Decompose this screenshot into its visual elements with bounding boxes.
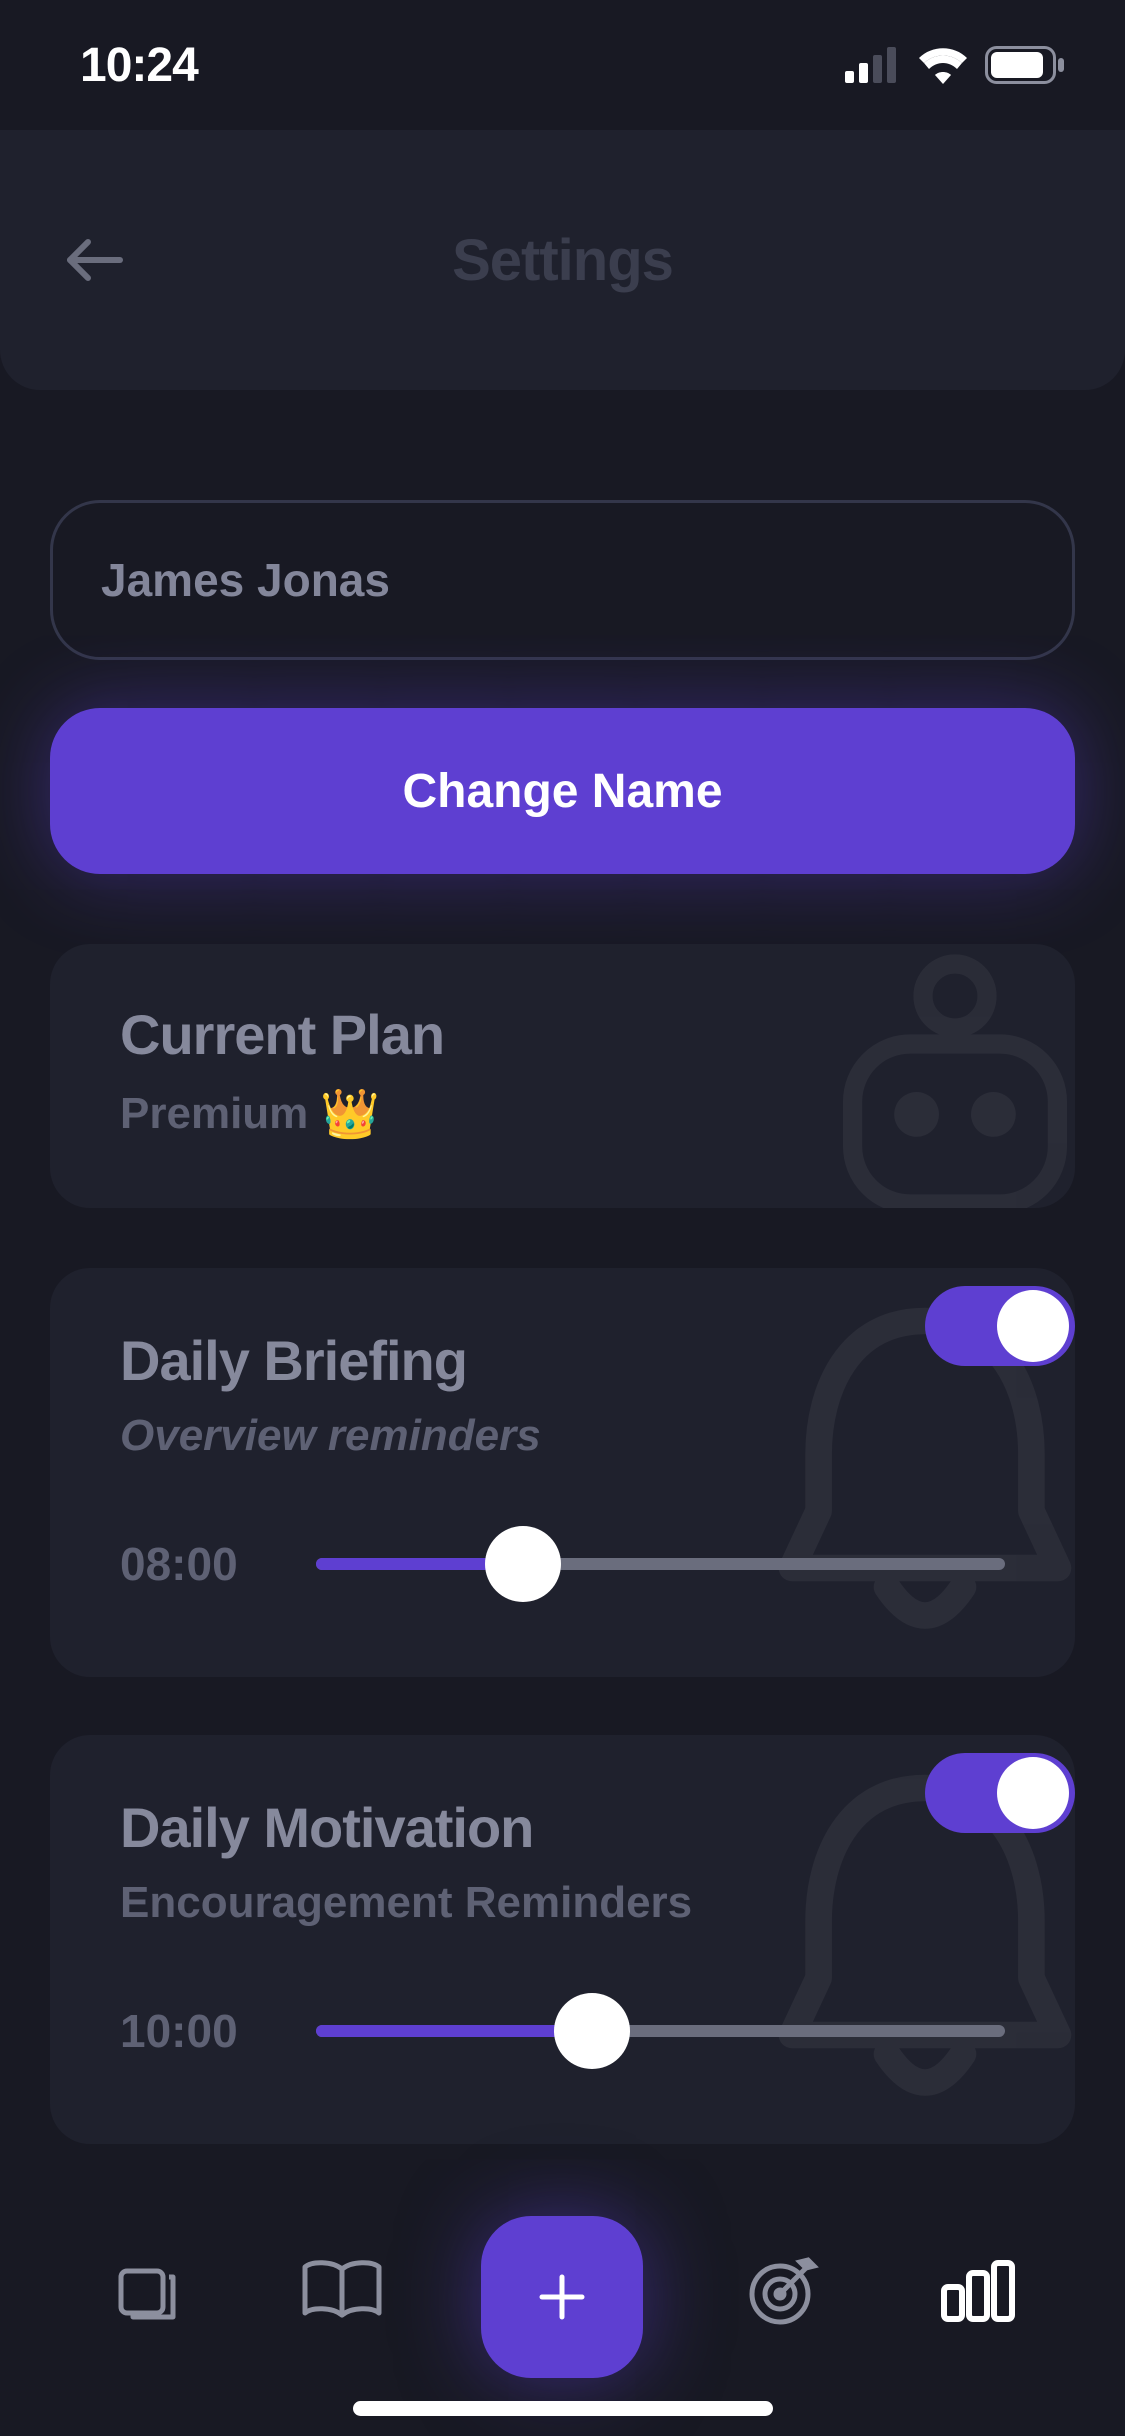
- header: Settings: [0, 130, 1125, 390]
- crown-icon: 👑: [320, 1085, 380, 1142]
- slider-fill: [316, 2025, 592, 2037]
- page-title: Settings: [0, 227, 1125, 294]
- change-name-button[interactable]: Change Name: [50, 708, 1075, 874]
- plus-icon: [536, 2271, 588, 2323]
- bars-icon: [938, 2259, 1018, 2323]
- motivation-slider[interactable]: [316, 2025, 1005, 2037]
- book-icon: [297, 2255, 387, 2327]
- tab-goals[interactable]: [728, 2236, 838, 2346]
- tab-cards[interactable]: [92, 2236, 202, 2346]
- tab-bar: [0, 2176, 1125, 2436]
- daily-motivation-card: Daily Motivation Encouragement Reminders…: [50, 1735, 1075, 2144]
- motivation-toggle[interactable]: [925, 1753, 1075, 1833]
- wifi-icon: [917, 46, 969, 84]
- robot-icon: [795, 944, 1075, 1208]
- toggle-knob: [997, 1757, 1069, 1829]
- status-icons: [845, 46, 1065, 84]
- status-bar: 10:24: [0, 0, 1125, 130]
- cellular-icon: [845, 47, 901, 83]
- daily-briefing-card: Daily Briefing Overview reminders 08:00: [50, 1268, 1075, 1677]
- slider-knob: [485, 1526, 561, 1602]
- briefing-slider[interactable]: [316, 1558, 1005, 1570]
- briefing-toggle[interactable]: [925, 1286, 1075, 1366]
- slider-knob: [554, 1993, 630, 2069]
- cards-icon: [111, 2255, 183, 2327]
- motivation-time: 10:00: [120, 2004, 260, 2058]
- name-field[interactable]: [50, 500, 1075, 660]
- status-time: 10:24: [80, 38, 198, 93]
- battery-icon: [985, 46, 1065, 84]
- target-icon: [744, 2252, 822, 2330]
- arrow-left-icon: [64, 236, 124, 284]
- tab-journal[interactable]: [287, 2236, 397, 2346]
- tab-stats[interactable]: [923, 2236, 1033, 2346]
- back-button[interactable]: [50, 216, 138, 304]
- home-indicator[interactable]: [353, 2401, 773, 2416]
- briefing-time: 08:00: [120, 1537, 260, 1591]
- toggle-knob: [997, 1290, 1069, 1362]
- plan-card[interactable]: Current Plan Premium 👑: [50, 944, 1075, 1208]
- add-button[interactable]: [481, 2216, 643, 2378]
